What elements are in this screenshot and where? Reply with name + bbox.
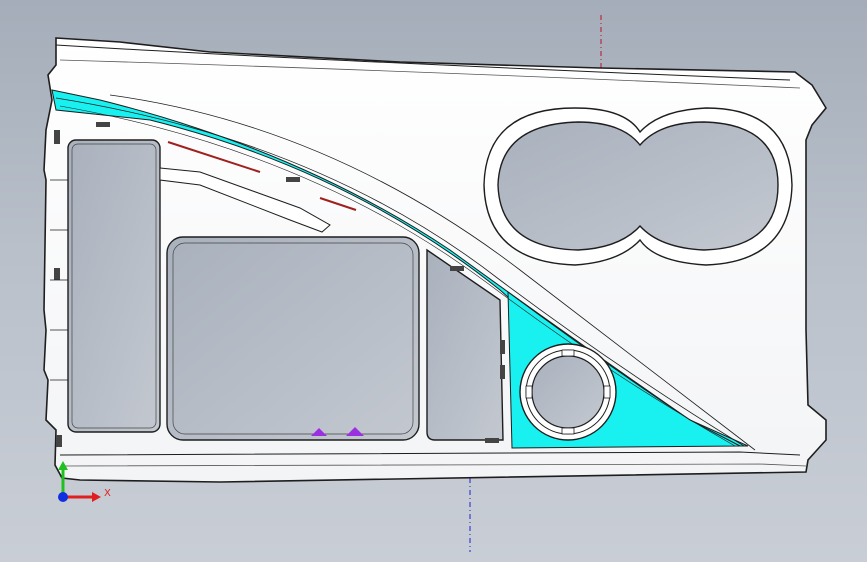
slot-1 — [286, 177, 300, 182]
slot-8 — [96, 122, 110, 127]
holder-notch-top — [561, 349, 575, 357]
holder-notch-right — [603, 385, 611, 399]
triad-x-arrow — [92, 492, 101, 502]
center-cavity[interactable] — [166, 236, 420, 441]
left-cavity[interactable] — [67, 139, 161, 433]
holder-notch-bottom — [561, 427, 575, 435]
slot-4 — [56, 435, 62, 447]
slot-7 — [500, 365, 505, 379]
slot-9 — [450, 266, 464, 271]
slot-5 — [485, 438, 499, 443]
slot-2 — [54, 130, 60, 144]
slot-3 — [54, 268, 60, 280]
slot-6 — [500, 340, 505, 354]
triad-origin — [58, 492, 68, 502]
model-canvas[interactable]: X — [0, 0, 867, 562]
cad-graphics-viewport[interactable]: X — [0, 0, 867, 562]
round-holder-inner[interactable] — [531, 355, 605, 429]
holder-notch-left — [525, 385, 533, 399]
triad-x-label: X — [104, 488, 111, 499]
